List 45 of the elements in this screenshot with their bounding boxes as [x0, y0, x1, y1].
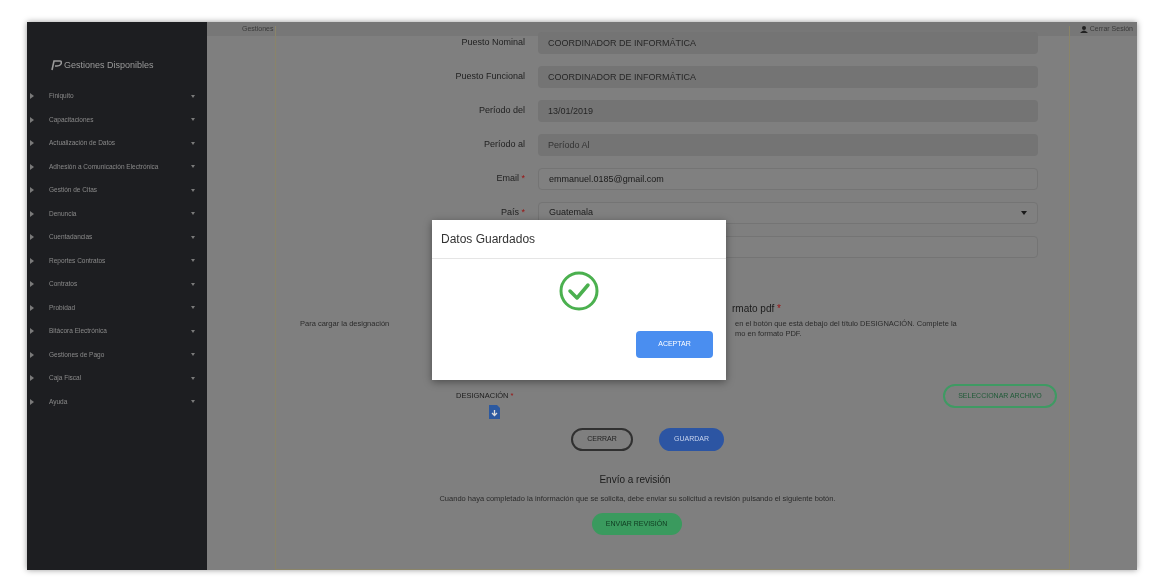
- chevron-right-icon: [30, 234, 34, 241]
- caret-icon: [191, 235, 195, 239]
- select-field[interactable]: Guatemala: [538, 202, 1038, 224]
- chevron-right-icon: [30, 93, 34, 100]
- chevron-right-icon: [30, 116, 34, 123]
- caret-icon: [191, 400, 195, 404]
- caret-icon: [191, 376, 195, 380]
- field-label: Email *: [496, 172, 525, 186]
- user-icon: [1079, 25, 1088, 33]
- field-label: País *: [500, 206, 525, 220]
- dialog-title: Datos Guardados: [441, 231, 536, 248]
- chevron-right-icon: [30, 375, 34, 382]
- file-download-icon: [489, 405, 500, 419]
- field-label: Período del: [478, 104, 525, 118]
- section-heading: Envío a revisión: [599, 473, 671, 487]
- caret-icon: [191, 118, 195, 122]
- caret-icon: [191, 165, 195, 169]
- chevron-right-icon: [30, 140, 34, 147]
- caret-icon: [191, 282, 195, 286]
- caret-icon: [191, 306, 195, 310]
- caret-icon: [191, 353, 195, 357]
- sidebar-title: Gestiones Disponibles: [64, 59, 154, 72]
- chevron-right-icon: [30, 304, 34, 311]
- check-circle-icon: [559, 271, 599, 311]
- caret-icon: [1021, 211, 1027, 215]
- chevron-right-icon: [30, 163, 34, 170]
- caret-icon: [191, 329, 195, 333]
- input-field[interactable]: emmanuel.0185@gmail.com: [538, 168, 1038, 190]
- caret-icon: [191, 94, 195, 98]
- caret-icon: [191, 188, 195, 192]
- caret-icon: [191, 212, 195, 216]
- chevron-right-icon: [30, 187, 34, 194]
- chevron-right-icon: [30, 398, 34, 405]
- logo-icon: [51, 60, 62, 72]
- caret-icon: [191, 259, 195, 263]
- chevron-right-icon: [30, 328, 34, 335]
- chevron-right-icon: [30, 210, 34, 217]
- chevron-right-icon: [30, 351, 34, 358]
- field-label: Puesto Nominal: [461, 36, 525, 50]
- chevron-right-icon: [30, 281, 34, 288]
- caret-icon: [191, 141, 195, 145]
- field-label: Período al: [483, 138, 525, 152]
- chevron-right-icon: [30, 257, 34, 264]
- field-label: Puesto Funcional: [455, 70, 525, 84]
- section-heading: rmato pdf *: [732, 301, 781, 316]
